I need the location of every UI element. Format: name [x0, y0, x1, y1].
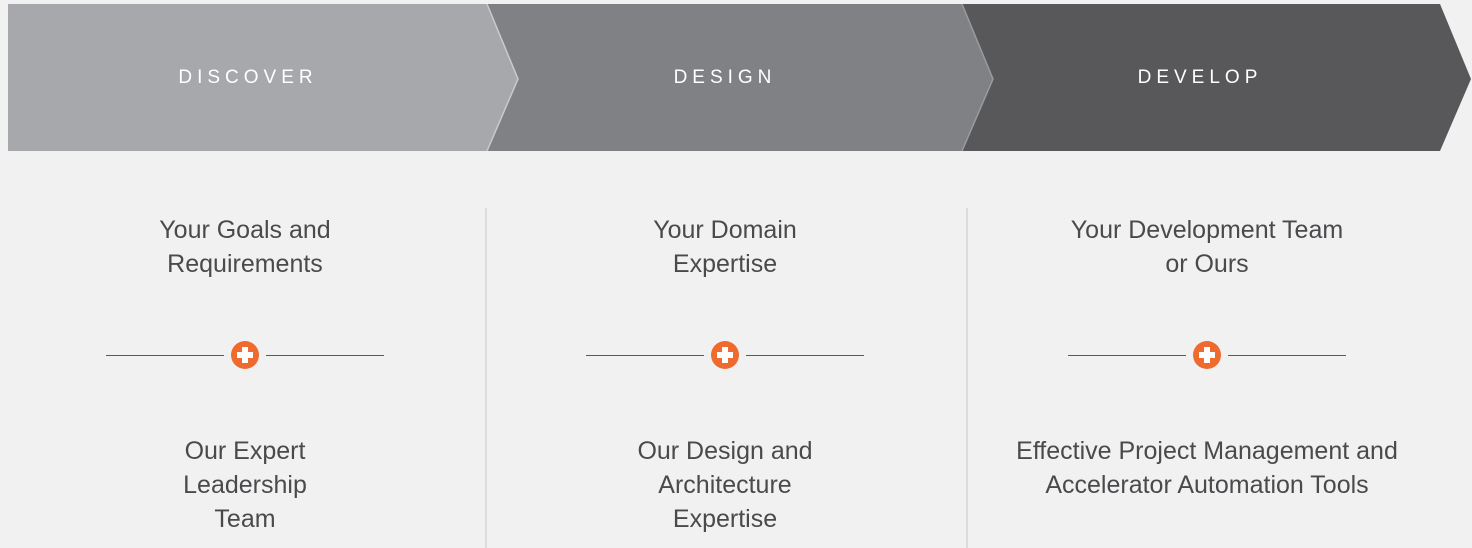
- plus-circle-icon: [711, 341, 739, 369]
- column-divider-2: [966, 208, 968, 548]
- column-discover: Your Goals and Requirements Our Expert L…: [35, 208, 455, 548]
- separator-line-left: [1068, 355, 1186, 356]
- separator-line-left: [106, 355, 224, 356]
- client-contribution-text: Your Goals and Requirements: [159, 216, 331, 278]
- separator-line-left: [586, 355, 704, 356]
- separator-line-right: [746, 355, 864, 356]
- column-design: Your Domain Expertise Our Design and Arc…: [515, 208, 935, 548]
- client-contribution-text: Your Domain Expertise: [653, 216, 797, 278]
- separator-line-right: [266, 355, 384, 356]
- stage-label-discover: DISCOVER: [178, 67, 318, 88]
- company-contribution-text: Effective Project Management and Acceler…: [1016, 437, 1398, 499]
- column-divider-1: [485, 208, 487, 548]
- stage-label-develop: DEVELOP: [1137, 67, 1263, 88]
- column-develop: Your Development Team or Ours Effective …: [997, 208, 1417, 548]
- separator-line-right: [1228, 355, 1346, 356]
- company-contribution-text: Our Design and Architecture Expertise: [637, 437, 813, 533]
- plus-separator: [515, 341, 935, 371]
- plus-separator: [997, 341, 1417, 371]
- plus-circle-icon: [231, 341, 259, 369]
- client-contribution-text: Your Development Team or Ours: [1070, 216, 1344, 278]
- plus-circle-icon: [1193, 341, 1221, 369]
- company-contribution-text: Our Expert Leadership Team: [183, 437, 307, 533]
- plus-separator: [35, 341, 455, 371]
- stage-label-design: DESIGN: [673, 67, 777, 88]
